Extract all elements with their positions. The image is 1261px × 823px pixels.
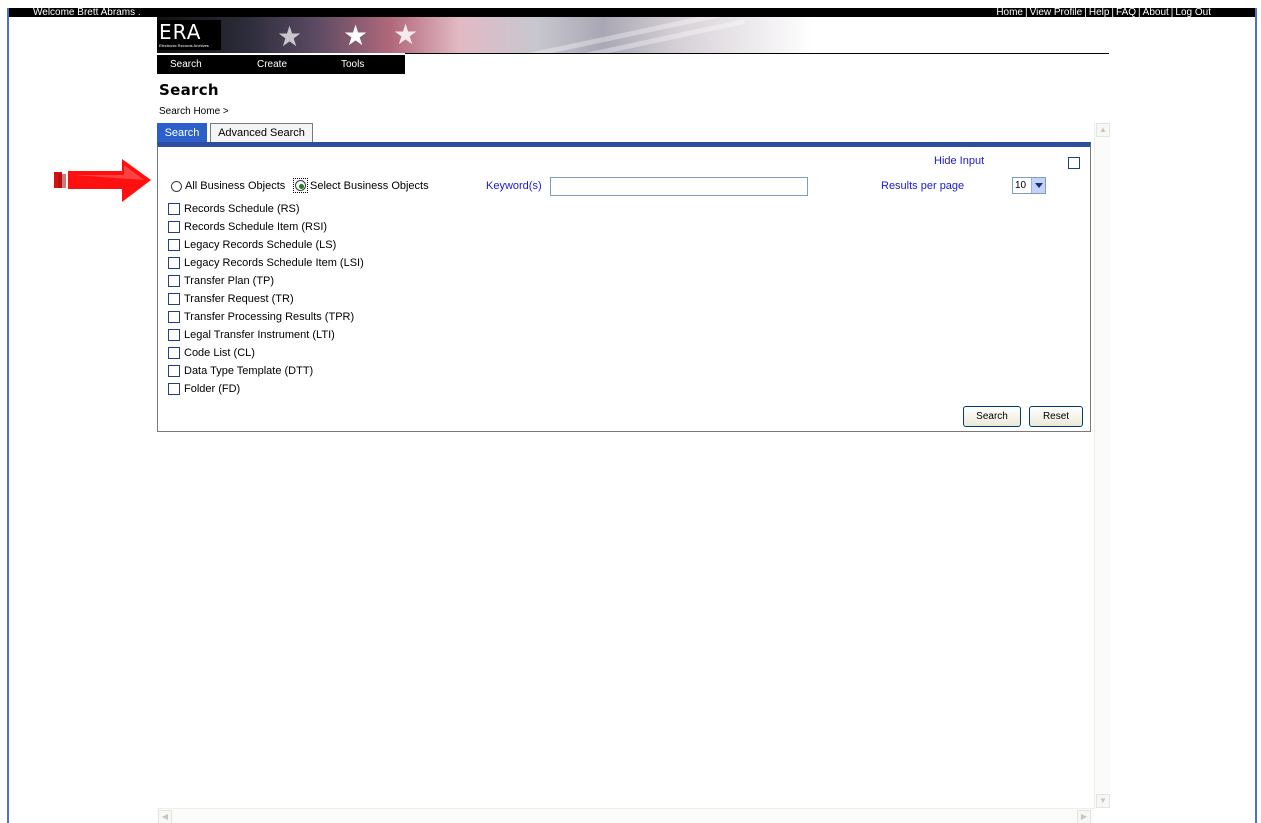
object-type-checkbox[interactable]: [168, 311, 180, 323]
object-type-label: Legacy Records Schedule Item (LSI): [184, 257, 364, 269]
help-link[interactable]: Help: [1089, 7, 1110, 18]
hide-input-checkbox[interactable]: [1068, 157, 1080, 169]
scroll-down-icon[interactable]: ▼: [1096, 794, 1110, 808]
home-link[interactable]: Home: [996, 7, 1023, 18]
star-icon: ★: [277, 21, 303, 52]
object-type-label: Transfer Request (TR): [184, 293, 294, 305]
main-menu: Search Create Tools: [157, 55, 405, 74]
top-links: Home | View Profile | Help | FAQ | About | Log Out: [996, 7, 1211, 18]
object-type-checkbox[interactable]: [168, 239, 180, 251]
window-frame-left: [7, 8, 9, 823]
object-type-checkbox[interactable]: [168, 365, 180, 377]
separator: |: [1025, 7, 1028, 18]
tab-search[interactable]: Search: [157, 123, 207, 143]
object-type-label: Legal Transfer Instrument (LTI): [184, 329, 335, 341]
hide-input-link[interactable]: Hide Input: [934, 155, 984, 167]
chevron-down-icon[interactable]: [1031, 178, 1045, 193]
object-type-checkbox[interactable]: [168, 347, 180, 359]
scroll-up-icon[interactable]: ▲: [1096, 123, 1110, 137]
horizontal-scrollbar[interactable]: ◀ ▶: [157, 808, 1094, 823]
page-title: Search: [159, 81, 219, 99]
object-type-label: Records Schedule Item (RSI): [184, 221, 328, 233]
separator: |: [1084, 7, 1087, 18]
results-per-page-value: 10: [1015, 180, 1027, 191]
reset-button[interactable]: Reset: [1029, 406, 1083, 427]
welcome-text: Welcome Brett Abrams .: [33, 7, 141, 18]
object-type-label: Records Schedule (RS): [184, 203, 300, 215]
red-arrow-icon: [54, 159, 151, 202]
view-profile-link[interactable]: View Profile: [1030, 7, 1083, 18]
scroll-right-icon[interactable]: ▶: [1077, 810, 1091, 823]
menu-item-search[interactable]: Search: [170, 59, 202, 70]
logo-subtitle: Electronic Records Archives: [159, 43, 209, 48]
object-type-checkbox[interactable]: [168, 293, 180, 305]
all-business-objects-radio[interactable]: [171, 181, 182, 192]
top-bar: Welcome Brett Abrams . Home | View Profile…: [9, 7, 1255, 18]
star-icon: ★: [343, 20, 369, 51]
results-per-page-label: Results per page: [881, 180, 965, 192]
object-type-checkbox[interactable]: [168, 329, 180, 341]
object-type-checkbox[interactable]: [168, 203, 180, 215]
object-type-checkbox[interactable]: [168, 257, 180, 269]
select-business-objects-label: Select Business Objects: [310, 180, 429, 192]
object-type-checkbox[interactable]: [168, 221, 180, 233]
keyword-label: Keyword(s): [486, 180, 542, 192]
banner-divider: [405, 53, 1109, 54]
era-logo[interactable]: ERA Electronic Records Archives: [157, 20, 221, 50]
object-type-label: Data Type Template (DTT): [184, 365, 314, 377]
object-type-label: Legacy Records Schedule (LS): [184, 239, 337, 251]
tab-advanced-search[interactable]: Advanced Search: [210, 123, 313, 143]
menu-item-tools[interactable]: Tools: [341, 59, 364, 70]
search-button[interactable]: Search: [963, 406, 1021, 427]
object-type-label: Folder (FD): [184, 383, 241, 395]
logo-title: ERA: [159, 20, 202, 44]
menu-item-create[interactable]: Create: [257, 59, 287, 70]
vertical-scrollbar[interactable]: ▲ ▼: [1094, 122, 1110, 808]
header-banner: ★ ★ ★: [157, 17, 813, 53]
object-type-label: Transfer Plan (TP): [184, 275, 275, 287]
faq-link[interactable]: FAQ: [1116, 7, 1136, 18]
select-business-objects-radio[interactable]: [295, 180, 306, 191]
object-type-label: Transfer Processing Results (TPR): [184, 311, 355, 323]
window-frame-right: [1255, 8, 1257, 823]
object-type-label: Code List (CL): [184, 347, 255, 359]
log-out-link[interactable]: Log Out: [1175, 7, 1211, 18]
breadcrumb[interactable]: Search Home >: [159, 106, 229, 117]
keyword-input[interactable]: [550, 177, 808, 196]
separator: |: [1138, 7, 1141, 18]
about-link[interactable]: About: [1143, 7, 1169, 18]
scroll-left-icon[interactable]: ◀: [158, 810, 172, 823]
results-per-page-select[interactable]: 10: [1012, 177, 1046, 194]
all-business-objects-label: All Business Objects: [185, 180, 286, 192]
object-type-checkbox[interactable]: [168, 383, 180, 395]
object-type-checkbox[interactable]: [168, 275, 180, 287]
star-icon: ★: [393, 19, 419, 50]
